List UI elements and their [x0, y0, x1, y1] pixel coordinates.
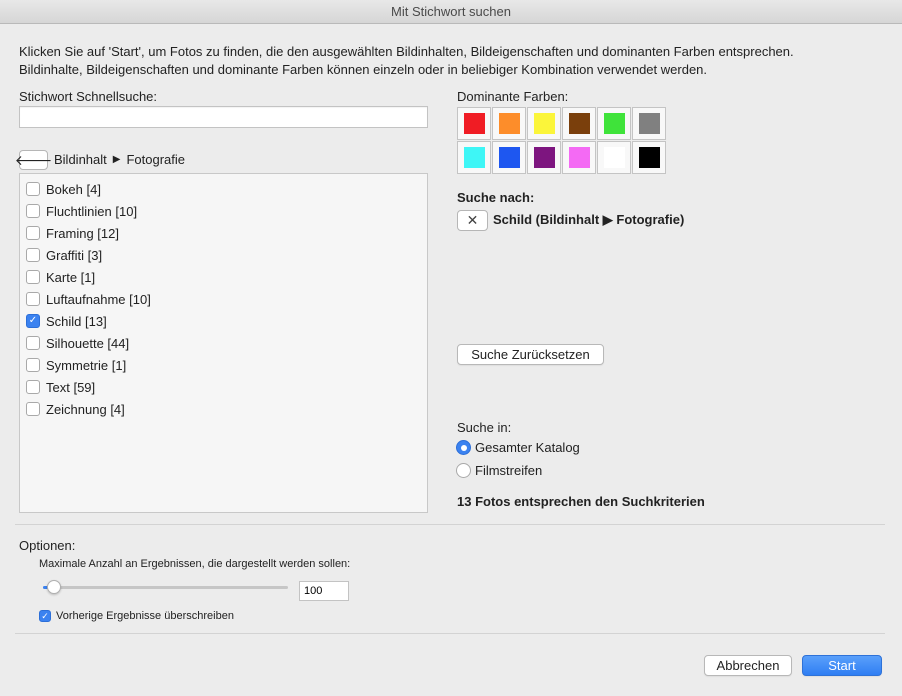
- checkbox[interactable]: [26, 380, 40, 394]
- swatch-fill: [534, 113, 555, 134]
- checkbox[interactable]: [26, 270, 40, 284]
- keyword-item-framing[interactable]: Framing [12]: [26, 223, 119, 243]
- swatch-fill: [639, 147, 660, 168]
- keyword-label: Graffiti [3]: [46, 247, 103, 263]
- swatch-fill: [534, 147, 555, 168]
- checkbox[interactable]: [26, 402, 40, 416]
- breadcrumb-parent[interactable]: Bildinhalt: [54, 152, 107, 167]
- max-results-input[interactable]: [299, 581, 349, 601]
- swatch-fill: [604, 113, 625, 134]
- keyword-label: Luftaufnahme [10]: [46, 291, 151, 307]
- overwrite-results-label: Vorherige Ergebnisse überschreiben: [56, 610, 234, 622]
- swatch-fill: [604, 147, 625, 168]
- keyword-label: Symmetrie [1]: [46, 357, 127, 373]
- quick-search-label: Stichwort Schnellsuche:: [19, 89, 158, 104]
- keyword-item-fluchtlinien[interactable]: Fluchtlinien [10]: [26, 201, 137, 221]
- max-results-label: Maximale Anzahl an Ergebnissen, die darg…: [39, 558, 351, 570]
- color-swatch-pink[interactable]: [562, 141, 596, 174]
- color-swatch-red[interactable]: [457, 107, 491, 140]
- radio-label: Gesamter Katalog: [475, 440, 580, 455]
- keyword-item-graffiti[interactable]: Graffiti [3]: [26, 245, 102, 265]
- radio-button[interactable]: [456, 463, 471, 478]
- keyword-label: Schild [13]: [46, 313, 107, 329]
- max-results-slider-track[interactable]: [43, 586, 288, 589]
- keyword-label: Bokeh [4]: [46, 181, 101, 197]
- keyword-list[interactable]: Bokeh [4] Fluchtlinien [10] Framing [12]…: [19, 173, 428, 513]
- checkmark-icon: ✓: [28, 315, 38, 326]
- window-title-bar: Mit Stichwort suchen: [0, 0, 902, 24]
- swatch-fill: [639, 113, 660, 134]
- dominant-colors-label: Dominante Farben:: [457, 89, 569, 104]
- keyword-label: Text [59]: [46, 379, 96, 395]
- overwrite-results-checkbox[interactable]: ✓ Vorherige Ergebnisse überschreiben: [39, 610, 234, 622]
- keyword-item-luftaufnahme[interactable]: Luftaufnahme [10]: [26, 289, 151, 309]
- keyword-item-karte[interactable]: Karte [1]: [26, 267, 95, 287]
- radio-entire-catalog[interactable]: Gesamter Katalog: [456, 440, 580, 455]
- close-icon: ✕: [466, 212, 479, 228]
- breadcrumb-separator-icon: ▶: [112, 154, 121, 165]
- max-results-slider-knob[interactable]: [46, 580, 61, 594]
- color-swatch-blue[interactable]: [492, 141, 526, 174]
- checkmark-icon: ✓: [41, 610, 49, 621]
- keyword-item-schild[interactable]: ✓ Schild [13]: [26, 311, 107, 331]
- color-swatch-white[interactable]: [597, 141, 631, 174]
- remove-criterion-button[interactable]: ✕: [457, 210, 488, 231]
- color-swatch-green[interactable]: [597, 107, 631, 140]
- breadcrumb-current: Fotografie: [126, 152, 186, 167]
- search-for-label: Suche nach:: [457, 190, 535, 205]
- color-swatch-purple[interactable]: [527, 141, 561, 174]
- start-button[interactable]: Start: [802, 655, 882, 676]
- search-criterion: Schild (Bildinhalt ▶ Fotografie): [493, 212, 685, 227]
- intro-line-1: Klicken Sie auf 'Start', um Fotos zu fin…: [19, 44, 794, 59]
- keyword-item-text[interactable]: Text [59]: [26, 377, 95, 397]
- swatch-fill: [499, 113, 520, 134]
- cancel-button[interactable]: Abbrechen: [704, 655, 792, 676]
- checkbox[interactable]: [26, 226, 40, 240]
- breadcrumb: Bildinhalt ▶ Fotografie: [54, 152, 185, 167]
- keyword-item-silhouette[interactable]: Silhouette [44]: [26, 333, 129, 353]
- arrow-left-icon: 🡐: [14, 151, 53, 168]
- window-title: Mit Stichwort suchen: [391, 4, 511, 19]
- radio-button-selected[interactable]: [456, 440, 471, 455]
- checkbox-checked[interactable]: ✓: [39, 610, 51, 622]
- options-label: Optionen:: [19, 538, 76, 553]
- results-count: 13 Fotos entsprechen den Suchkriterien: [457, 494, 705, 509]
- divider: [15, 633, 885, 634]
- color-swatch-yellow[interactable]: [527, 107, 561, 140]
- radio-filmstrip[interactable]: Filmstreifen: [456, 463, 542, 478]
- keyword-label: Framing [12]: [46, 225, 119, 241]
- checkbox[interactable]: [26, 204, 40, 218]
- color-swatch-black[interactable]: [632, 141, 666, 174]
- swatch-fill: [464, 113, 485, 134]
- checkbox[interactable]: [26, 182, 40, 196]
- intro-line-2: Bildinhalte, Bildeigenschaften und domin…: [19, 62, 708, 77]
- keyword-label: Fluchtlinien [10]: [46, 203, 138, 219]
- checkbox[interactable]: [26, 336, 40, 350]
- swatch-fill: [499, 147, 520, 168]
- reset-search-button[interactable]: Suche Zurücksetzen: [457, 344, 604, 365]
- color-swatch-brown[interactable]: [562, 107, 596, 140]
- keyword-label: Karte [1]: [46, 269, 96, 285]
- radio-label: Filmstreifen: [475, 463, 543, 478]
- keyword-label: Silhouette [44]: [46, 335, 130, 351]
- color-swatch-cyan[interactable]: [457, 141, 491, 174]
- keyword-item-symmetrie[interactable]: Symmetrie [1]: [26, 355, 126, 375]
- swatch-fill: [464, 147, 485, 168]
- search-in-label: Suche in:: [457, 420, 512, 435]
- divider: [15, 524, 885, 525]
- checkbox[interactable]: [26, 292, 40, 306]
- swatch-fill: [569, 113, 590, 134]
- checkbox[interactable]: [26, 248, 40, 262]
- intro-text: Klicken Sie auf 'Start', um Fotos zu fin…: [19, 43, 879, 79]
- checkbox[interactable]: [26, 358, 40, 372]
- color-swatch-orange[interactable]: [492, 107, 526, 140]
- quick-search-input[interactable]: [19, 106, 428, 128]
- color-swatch-gray[interactable]: [632, 107, 666, 140]
- swatch-fill: [569, 147, 590, 168]
- checkbox-checked[interactable]: ✓: [26, 314, 40, 328]
- keyword-item-zeichnung[interactable]: Zeichnung [4]: [26, 399, 125, 419]
- keyword-item-bokeh[interactable]: Bokeh [4]: [26, 179, 101, 199]
- keyword-label: Zeichnung [4]: [46, 401, 125, 417]
- back-button[interactable]: 🡐: [15, 150, 52, 170]
